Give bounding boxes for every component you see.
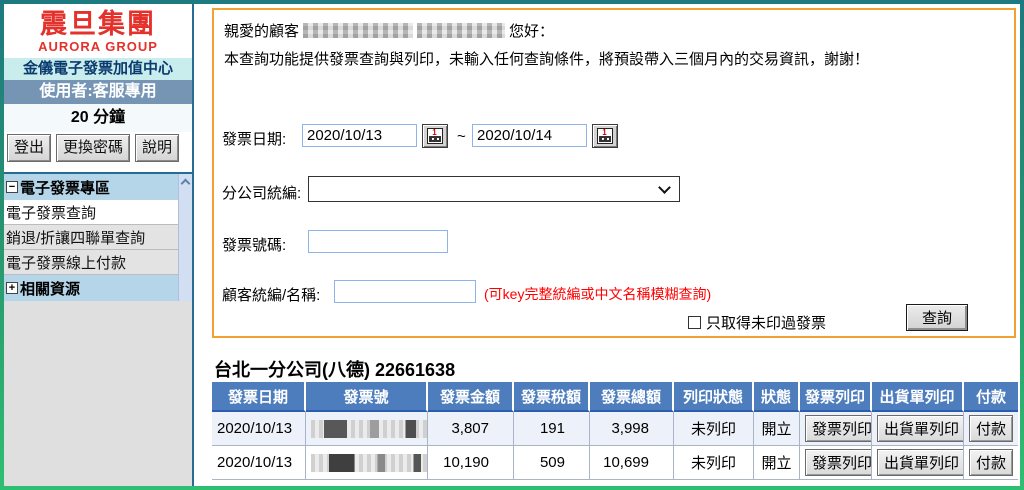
cell-tax: 191 bbox=[514, 412, 590, 446]
payment-button[interactable]: 付款 bbox=[969, 415, 1013, 442]
app-window: 震旦集團 AURORA GROUP 金儀電子發票加值中心 使用者:客服專用 20… bbox=[0, 0, 1024, 490]
date-range-separator: ~ bbox=[457, 128, 466, 145]
menu-item-return-allowance-query[interactable]: 銷退/折讓四聯單查詢 bbox=[4, 225, 192, 250]
unprinted-only-label: 只取得未印過發票 bbox=[706, 312, 826, 333]
menu-scrollbar[interactable] bbox=[178, 174, 192, 301]
greeting-prefix: 親愛的顧客 bbox=[224, 20, 299, 41]
sidebar-empty-area bbox=[4, 301, 192, 486]
table-row: 2020/10/13 3,807 191 3,998 未列印 開立 發票列印 出… bbox=[212, 412, 1018, 446]
query-form-panel: 親愛的顧客 您好： 本查詢功能提供發票查詢與列印，未輸入任何查詢條件，將預設帶入… bbox=[212, 8, 1016, 338]
invoice-no-input[interactable] bbox=[308, 230, 448, 253]
logout-button[interactable]: 登出 bbox=[7, 134, 51, 162]
cell-total: 3,998 bbox=[590, 412, 674, 446]
branch-select[interactable] bbox=[308, 176, 680, 202]
invoice-print-button[interactable]: 發票列印 bbox=[805, 415, 872, 442]
calendar-icon: 1 2 bbox=[597, 128, 613, 144]
invoice-print-button[interactable]: 發票列印 bbox=[805, 449, 872, 476]
cell-tax: 509 bbox=[514, 446, 590, 480]
chevron-up-icon bbox=[181, 179, 191, 189]
cell-invoice-no bbox=[306, 446, 428, 480]
intro-text: 本查詢功能提供發票查詢與列印，未輸入任何查詢條件，將預設帶入三個月內的交易資訊，… bbox=[224, 48, 869, 69]
shipping-print-button[interactable]: 出貨單列印 bbox=[877, 415, 964, 442]
main-content: 親愛的顧客 您好： 本查詢功能提供發票查詢與列印，未輸入任何查詢條件，將預設帶入… bbox=[208, 4, 1020, 486]
menu-item-online-payment[interactable]: 電子發票線上付款 bbox=[4, 250, 192, 275]
sidebar-menu: − 電子發票專區 電子發票查詢 銷退/折讓四聯單查詢 電子發票線上付款 + 相關… bbox=[4, 172, 192, 301]
cell-amount: 10,190 bbox=[428, 446, 514, 480]
menu-group-label: 相關資源 bbox=[20, 278, 80, 299]
menu-group-label: 電子發票專區 bbox=[20, 177, 110, 198]
cell-total: 10,699 bbox=[590, 446, 674, 480]
customer-name-redacted bbox=[303, 23, 413, 38]
user-banner: 使用者:客服專用 bbox=[4, 80, 192, 104]
calendar-icon: 1 2 bbox=[427, 128, 443, 144]
customer-name-redacted bbox=[417, 23, 505, 38]
search-button[interactable]: 查詢 bbox=[906, 304, 968, 331]
col-print-status: 列印狀態 bbox=[674, 382, 754, 412]
scroll-up-button[interactable] bbox=[179, 174, 192, 190]
col-amount: 發票金額 bbox=[428, 382, 514, 412]
payment-button[interactable]: 付款 bbox=[969, 449, 1013, 476]
invoice-no-redacted bbox=[311, 420, 428, 438]
col-invoice-print: 發票列印 bbox=[800, 382, 872, 412]
unprinted-only-checkbox[interactable] bbox=[688, 316, 701, 329]
col-invoice-date: 發票日期 bbox=[212, 382, 306, 412]
customer-hint: (可key完整統編或中文名稱模糊查詢) bbox=[484, 284, 711, 304]
cell-status: 開立 bbox=[754, 446, 800, 480]
branch-label: 分公司統編: bbox=[222, 182, 301, 203]
date-from-input[interactable] bbox=[302, 124, 417, 147]
table-header-row: 發票日期 發票號 發票金額 發票稅額 發票總額 列印狀態 狀態 發票列印 出貨單… bbox=[212, 382, 1018, 412]
invoice-no-label: 發票號碼: bbox=[222, 234, 286, 255]
cell-print-status: 未列印 bbox=[674, 446, 754, 480]
help-button[interactable]: 說明 bbox=[135, 134, 179, 162]
col-tax: 發票稅額 bbox=[514, 382, 590, 412]
service-center-banner: 金儀電子發票加值中心 bbox=[4, 58, 192, 80]
col-status: 狀態 bbox=[754, 382, 800, 412]
cell-invoice-no bbox=[306, 412, 428, 446]
cell-invoice-date: 2020/10/13 bbox=[212, 412, 306, 446]
col-payment: 付款 bbox=[964, 382, 1018, 412]
invoice-no-redacted bbox=[311, 454, 428, 472]
brand-logo: 震旦集團 AURORA GROUP bbox=[4, 4, 192, 58]
date-to-calendar-button[interactable]: 1 2 bbox=[592, 124, 618, 148]
company-title: 台北一分公司(八德) 22661638 bbox=[214, 356, 455, 382]
sidebar: 震旦集團 AURORA GROUP 金儀電子發票加值中心 使用者:客服專用 20… bbox=[4, 4, 194, 486]
brand-subtitle: AURORA GROUP bbox=[4, 39, 192, 54]
customer-label: 顧客統編/名稱: bbox=[222, 284, 320, 305]
date-from-calendar-button[interactable]: 1 2 bbox=[422, 124, 448, 148]
sidebar-spacer bbox=[4, 164, 192, 172]
date-to-input[interactable] bbox=[472, 124, 587, 147]
menu-group-einvoice[interactable]: − 電子發票專區 bbox=[4, 174, 192, 200]
chevron-down-icon bbox=[658, 181, 671, 194]
invoice-date-label: 發票日期: bbox=[222, 128, 286, 149]
cell-status: 開立 bbox=[754, 412, 800, 446]
col-shipping-print: 出貨單列印 bbox=[872, 382, 964, 412]
brand-title: 震旦集團 bbox=[4, 9, 192, 39]
session-timer: 20 分鐘 bbox=[4, 104, 192, 132]
cell-print-status: 未列印 bbox=[674, 412, 754, 446]
col-total: 發票總額 bbox=[590, 382, 674, 412]
sidebar-button-row: 登出 更換密碼 說明 bbox=[4, 132, 192, 164]
col-invoice-no: 發票號 bbox=[306, 382, 428, 412]
tree-collapse-icon[interactable]: − bbox=[6, 181, 18, 193]
cell-amount: 3,807 bbox=[428, 412, 514, 446]
greeting-suffix: 您好： bbox=[509, 20, 554, 41]
table-row: 2020/10/13 10,190 509 10,699 未列印 開立 發票列印… bbox=[212, 446, 1018, 480]
app-body: 震旦集團 AURORA GROUP 金儀電子發票加值中心 使用者:客服專用 20… bbox=[4, 4, 1020, 486]
customer-input[interactable] bbox=[334, 280, 476, 303]
change-password-button[interactable]: 更換密碼 bbox=[56, 134, 130, 162]
unprinted-only-row: 只取得未印過發票 bbox=[688, 312, 826, 333]
menu-item-einvoice-query[interactable]: 電子發票查詢 bbox=[4, 200, 192, 225]
menu-group-related-resources[interactable]: + 相關資源 bbox=[4, 275, 192, 301]
invoice-table: 發票日期 發票號 發票金額 發票稅額 發票總額 列印狀態 狀態 發票列印 出貨單… bbox=[212, 382, 1018, 480]
greeting-line: 親愛的顧客 您好： bbox=[224, 20, 554, 41]
cell-invoice-date: 2020/10/13 bbox=[212, 446, 306, 480]
shipping-print-button[interactable]: 出貨單列印 bbox=[877, 449, 964, 476]
tree-expand-icon[interactable]: + bbox=[6, 282, 18, 294]
